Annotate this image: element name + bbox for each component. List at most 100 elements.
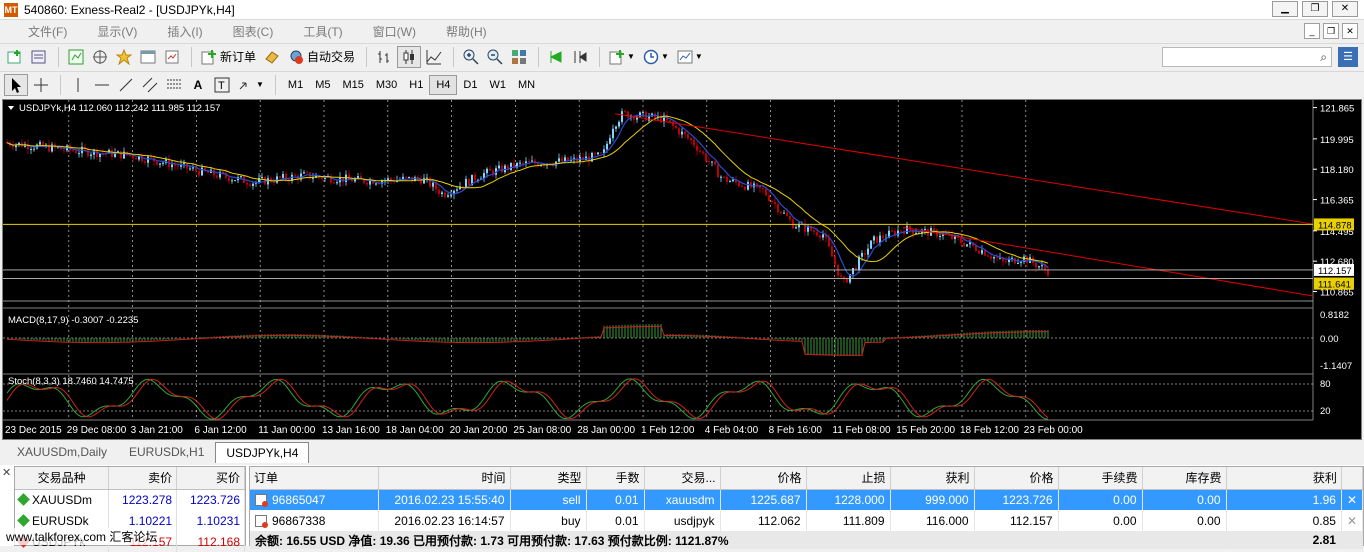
horizontal-line-icon[interactable] bbox=[91, 74, 113, 96]
tab-xauusdm-daily[interactable]: XAUUSDm,Daily bbox=[6, 441, 118, 463]
child-close-button[interactable]: ✕ bbox=[1342, 23, 1358, 39]
minimize-button[interactable]: ▁ bbox=[1272, 1, 1298, 17]
candlestick-icon[interactable] bbox=[397, 45, 422, 68]
cursor-icon[interactable] bbox=[4, 73, 28, 96]
chart-canvas[interactable]: 23 Dec 2015 29 Dec 08:00 3 Jan 21:00 6 Jan … bbox=[3, 100, 1361, 439]
candle-body bbox=[852, 267, 854, 275]
profiles-icon[interactable] bbox=[28, 46, 50, 68]
menu-charts[interactable]: 图表(C) bbox=[213, 23, 284, 40]
mw-header-symbol[interactable]: 交易品种 bbox=[15, 467, 110, 490]
col-open-price[interactable]: 价格 bbox=[720, 467, 807, 490]
zoom-in-icon[interactable] bbox=[460, 46, 482, 68]
bar-chart-icon[interactable] bbox=[373, 46, 395, 68]
timeframe-mn[interactable]: MN bbox=[512, 75, 541, 95]
candle-body bbox=[450, 194, 452, 196]
market-watch-close-icon[interactable]: ✕ bbox=[2, 466, 14, 479]
periods-icon[interactable]: ▼ bbox=[640, 46, 672, 68]
col-current-price[interactable]: 价格 bbox=[974, 467, 1059, 490]
account-summary: 余额: 16.55 USD 净值: 19.36 已用预付款: 1.73 可用预付… bbox=[250, 531, 1227, 549]
crosshair-icon[interactable] bbox=[30, 74, 52, 96]
tab-usdjpyk-h4[interactable]: USDJPYk,H4 bbox=[215, 442, 310, 463]
timeframe-m30[interactable]: M30 bbox=[370, 75, 403, 95]
terminal-icon[interactable] bbox=[137, 46, 159, 68]
timeframe-m5[interactable]: M5 bbox=[309, 75, 336, 95]
tab-eurusdk-h1[interactable]: EURUSDk,H1 bbox=[118, 441, 215, 463]
text-icon[interactable]: A bbox=[187, 74, 209, 96]
community-icon[interactable]: ☰ bbox=[1338, 47, 1358, 67]
market-watch-icon[interactable] bbox=[65, 46, 87, 68]
zoom-out-icon[interactable] bbox=[484, 46, 506, 68]
candle-body bbox=[468, 179, 470, 186]
line-chart-icon[interactable] bbox=[423, 46, 445, 68]
candle-body bbox=[939, 235, 941, 237]
vertical-line-icon[interactable] bbox=[67, 74, 89, 96]
close-button[interactable]: ✕ bbox=[1332, 1, 1358, 17]
indicators-icon[interactable]: ▼ bbox=[606, 46, 638, 68]
candle-body bbox=[933, 228, 935, 230]
candle-body bbox=[456, 189, 458, 191]
timeframe-h4[interactable]: H4 bbox=[429, 74, 458, 95]
candle-body bbox=[681, 131, 683, 135]
candle-body bbox=[720, 176, 722, 178]
child-minimize-button[interactable]: _ bbox=[1304, 23, 1320, 39]
fibonacci-icon[interactable] bbox=[163, 74, 185, 96]
arrows-icon[interactable]: ▼ bbox=[235, 74, 267, 96]
price-chart[interactable]: 23 Dec 2015 29 Dec 08:00 3 Jan 21:00 6 Jan … bbox=[2, 99, 1362, 440]
col-order[interactable]: 订单 bbox=[250, 467, 379, 490]
menu-tools[interactable]: 工具(T) bbox=[283, 23, 352, 40]
auto-trading-button[interactable]: 自动交易 bbox=[285, 46, 358, 68]
timeframe-h1[interactable]: H1 bbox=[403, 75, 429, 95]
candle-body bbox=[669, 120, 671, 122]
timeframe-m15[interactable]: M15 bbox=[336, 75, 369, 95]
order-symbol: usdjpyk bbox=[644, 510, 721, 531]
menu-insert[interactable]: 插入(I) bbox=[147, 23, 212, 40]
order-icon bbox=[255, 514, 268, 528]
new-order-button[interactable]: 新订单 bbox=[198, 46, 259, 68]
order-row[interactable]: 96865047 2016.02.23 15:55:40 sell 0.01 x… bbox=[250, 489, 1364, 510]
candle-body bbox=[717, 164, 719, 178]
col-commission[interactable]: 手续费 bbox=[1058, 467, 1143, 490]
tester-icon[interactable] bbox=[161, 46, 183, 68]
text-label-icon[interactable]: T bbox=[211, 74, 233, 96]
timeframe-w1[interactable]: W1 bbox=[483, 75, 512, 95]
col-symbol[interactable]: 交易... bbox=[644, 467, 721, 490]
timeframe-m1[interactable]: M1 bbox=[282, 75, 309, 95]
col-time[interactable]: 时间 bbox=[378, 467, 511, 490]
order-row[interactable]: 96867338 2016.02.23 16:14:57 buy 0.01 us… bbox=[250, 510, 1364, 531]
trendline-icon[interactable] bbox=[115, 74, 137, 96]
navigator-icon[interactable] bbox=[113, 46, 135, 68]
menu-help[interactable]: 帮助(H) bbox=[426, 23, 497, 40]
col-stop-loss[interactable]: 止损 bbox=[806, 467, 891, 490]
menu-window[interactable]: 窗口(W) bbox=[353, 23, 426, 40]
candle-body bbox=[981, 250, 983, 254]
col-swap[interactable]: 库存费 bbox=[1142, 467, 1227, 490]
col-take-profit[interactable]: 获利 bbox=[890, 467, 975, 490]
mw-header-ask[interactable]: 买价 bbox=[176, 467, 245, 490]
col-lots[interactable]: 手数 bbox=[586, 467, 645, 490]
candle-body bbox=[72, 150, 74, 152]
chart-shift-icon[interactable] bbox=[569, 46, 591, 68]
data-window-icon[interactable] bbox=[89, 46, 111, 68]
equidistant-channel-icon[interactable] bbox=[139, 74, 161, 96]
candle-body bbox=[594, 152, 596, 155]
tile-windows-icon[interactable] bbox=[508, 46, 530, 68]
candle-body bbox=[183, 162, 185, 165]
search-input[interactable]: ⌕ bbox=[1162, 47, 1332, 67]
mw-row[interactable]: XAUUSDm 1223.278 1223.726 bbox=[15, 489, 245, 510]
menu-view[interactable]: 显示(V) bbox=[77, 23, 147, 40]
auto-scroll-icon[interactable] bbox=[545, 46, 567, 68]
order-type: sell bbox=[510, 489, 587, 510]
col-type[interactable]: 类型 bbox=[510, 467, 587, 490]
child-restore-button[interactable]: ❐ bbox=[1323, 23, 1339, 39]
search-icon[interactable]: ⌕ bbox=[1320, 50, 1327, 65]
new-chart-icon[interactable] bbox=[4, 46, 26, 68]
templates-icon[interactable]: ▼ bbox=[674, 46, 706, 68]
mw-header-bid[interactable]: 卖价 bbox=[108, 467, 178, 490]
timeframe-d1[interactable]: D1 bbox=[457, 75, 483, 95]
metaeditor-icon[interactable] bbox=[261, 46, 283, 68]
close-order-icon[interactable]: ✕ bbox=[1341, 489, 1364, 510]
restore-button[interactable]: ❐ bbox=[1302, 1, 1328, 17]
close-order-icon[interactable]: ✕ bbox=[1341, 510, 1364, 531]
col-profit[interactable]: 获利 bbox=[1226, 467, 1342, 490]
menu-file[interactable]: 文件(F) bbox=[8, 23, 77, 40]
